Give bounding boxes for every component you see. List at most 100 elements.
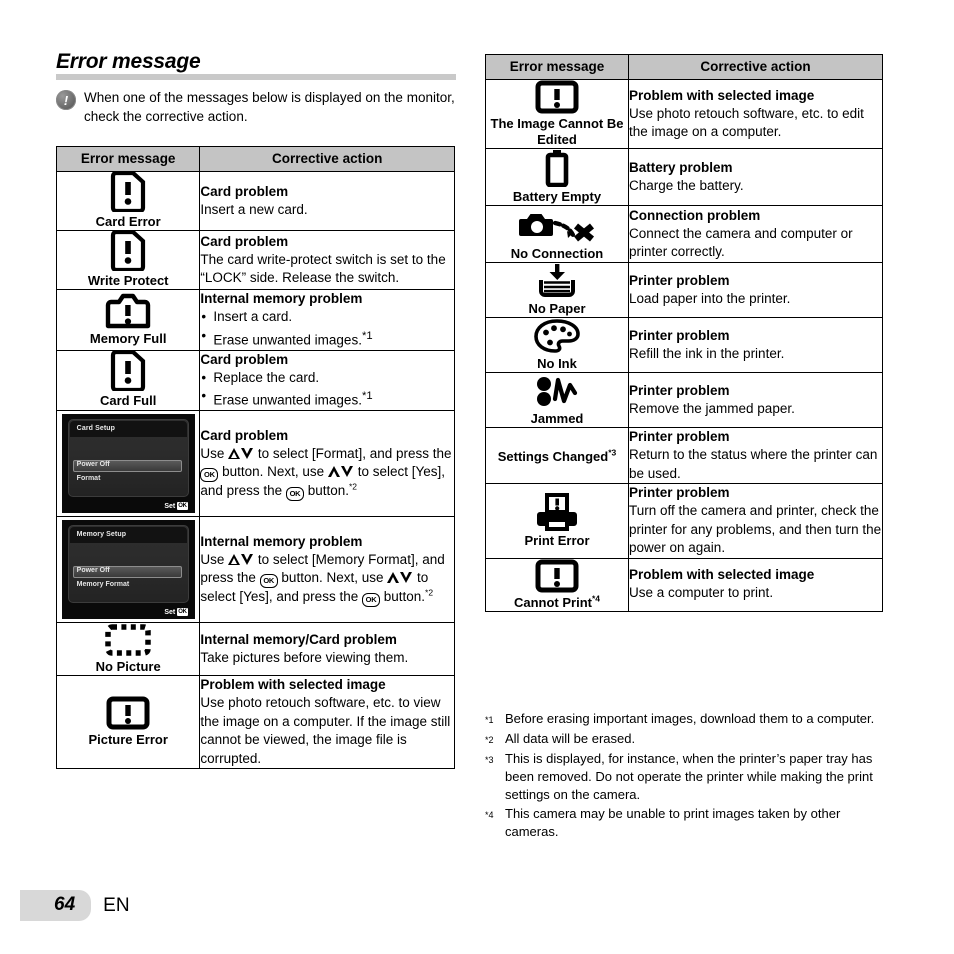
action-heading: Connection problem (629, 207, 761, 223)
instr-part: button. Next, use (222, 464, 325, 480)
column-header-corrective-action: Corrective action (199, 146, 455, 172)
lcd-menu-item-power-off[interactable]: Power Off (77, 567, 110, 574)
table-row: No Connection Connection problem Connect… (485, 205, 883, 263)
list-item: Replace the card. (200, 369, 454, 388)
manual-page: Error message When one of the messages b… (0, 0, 954, 954)
error-message-cell: The Image Cannot Be Edited (485, 79, 629, 149)
corrective-action-cell: Card problem The card write-protect swit… (199, 230, 455, 290)
table-row: Card Error Card problem Insert a new car… (55, 171, 455, 231)
page-title-block: Error message (56, 50, 456, 74)
action-body: Insert a new card. (200, 201, 308, 217)
info-exclamation-icon (56, 90, 76, 110)
instr-part: button. (383, 588, 426, 604)
lcd-menu-item-power-off[interactable]: Power Off (77, 461, 110, 468)
action-body: Return to the status where the printer c… (629, 447, 878, 481)
lcd-ok-badge: OK (177, 502, 188, 510)
list-item: Erase unwanted images.*1 (200, 387, 454, 410)
action-heading: Printer problem (629, 272, 730, 288)
footnote-text: Before erasing important images, downloa… (505, 711, 875, 726)
action-body: Connect the camera and computer or print… (629, 225, 853, 260)
error-message-cell: Card Setup Power Off Format Set OK (55, 410, 201, 517)
sd-card-error-icon (57, 231, 199, 271)
lcd-panel: Memory Setup Power Off Memory Format (67, 525, 189, 603)
error-message-cell: Write Protect (55, 230, 201, 290)
lcd-set-hint: Set OK (164, 608, 188, 616)
action-heading: Internal memory/Card problem (200, 631, 397, 647)
lcd-menu-item-format[interactable]: Format (77, 475, 101, 482)
error-message-cell: Card Error (55, 171, 201, 231)
table-row: No Paper Printer problem Load paper into… (485, 262, 883, 318)
error-message-label: Write Protect (87, 273, 169, 288)
lcd-set-label: Set (164, 502, 176, 510)
lcd-menu-item-memory-format[interactable]: Memory Format (77, 581, 130, 588)
corrective-action-cell: Printer problem Return to the status whe… (628, 427, 883, 484)
lcd-screenshot-memory-setup: Memory Setup Power Off Memory Format Set… (61, 520, 195, 619)
action-heading: Printer problem (629, 382, 730, 398)
lcd-set-hint: Set OK (164, 502, 188, 510)
note-block: When one of the messages below is displa… (56, 88, 456, 126)
action-heading: Card problem (200, 427, 289, 443)
error-message-label: Cannot Print*4 (513, 593, 601, 610)
action-body: Load paper into the printer. (629, 290, 791, 306)
corrective-action-cell: Printer problem Load paper into the prin… (628, 262, 883, 318)
action-heading: Card problem (200, 233, 289, 249)
action-heading: Problem with selected image (629, 567, 815, 583)
page-language-label: EN (103, 894, 130, 916)
lcd-panel: Card Setup Power Off Format (67, 419, 189, 497)
error-message-label: No Picture (95, 659, 161, 674)
lcd-screenshot-card-setup: Card Setup Power Off Format Set OK (61, 414, 195, 513)
action-body: Take pictures before viewing them. (200, 649, 409, 665)
corrective-action-cell: Card problem Use to select [Format], and… (199, 410, 455, 517)
sd-card-error-icon (57, 172, 199, 212)
error-message-label: No Paper (528, 301, 586, 316)
page-number-badge: 64 (20, 890, 92, 921)
corrective-action-cell: Problem with selected image Use a comput… (628, 557, 883, 612)
table-row: No Ink Printer problem Refill the ink in… (485, 317, 883, 373)
action-heading: Battery problem (629, 159, 733, 175)
arrow-down-icon (340, 466, 354, 478)
error-message-cell: Print Error (485, 483, 629, 559)
arrow-down-icon (241, 447, 254, 459)
error-message-cell: Memory Setup Power Off Memory Format Set… (55, 516, 201, 623)
error-message-cell: No Ink (485, 317, 629, 373)
corrective-action-cell: Problem with selected image Use photo re… (199, 675, 455, 769)
error-message-cell: Cannot Print*4 (485, 557, 629, 612)
footnote-mark: *2 (485, 735, 494, 745)
instr-part: Use (200, 551, 225, 567)
error-message-label: Settings Changed*3 (497, 447, 617, 464)
ok-button-icon: OK (259, 574, 278, 589)
table-row: Jammed Printer problem Remove the jammed… (485, 372, 883, 428)
lcd-set-label: Set (164, 608, 176, 616)
lcd-menu-title: Memory Setup (76, 531, 127, 538)
footnotes-block: *1 Before erasing important images, down… (485, 710, 885, 842)
footnote: *1 Before erasing important images, down… (485, 710, 885, 729)
error-message-cell: Settings Changed*3 (485, 427, 629, 484)
table-row: Settings Changed*3 Printer problem Retur… (485, 427, 883, 484)
arrow-up-icon (228, 447, 241, 459)
action-body: Refill the ink in the printer. (629, 345, 785, 361)
title-underline-rule (56, 74, 456, 80)
ok-button-icon: OK (285, 486, 304, 501)
table-header-row: Error message Corrective action (55, 146, 455, 172)
print-error-icon (486, 492, 628, 531)
error-message-label: Card Error (95, 214, 161, 229)
error-message-table-right: Error message Corrective action The Imag… (485, 54, 883, 612)
error-message-cell: Battery Empty (485, 148, 629, 206)
arrow-up-icon (228, 553, 241, 565)
error-message-cell: No Picture (55, 622, 201, 676)
error-message-cell: No Connection (485, 205, 629, 263)
instr-part: button. (307, 482, 349, 498)
corrective-action-cell: Printer problem Turn off the camera and … (628, 483, 883, 559)
corrective-action-cell: Battery problem Charge the battery. (628, 148, 883, 206)
no-paper-icon (486, 263, 628, 299)
page-footer: 64 EN (20, 890, 130, 921)
column-header-error-message: Error message (55, 146, 201, 172)
action-body: Use to select [Format], and press the OK… (200, 445, 454, 501)
action-body: Charge the battery. (629, 177, 744, 193)
table-row: No Picture Internal memory/Card problem … (55, 622, 455, 676)
footnote-mark: *2 (425, 587, 434, 598)
footnote-mark: *4 (591, 593, 601, 604)
page-title: Error message (56, 50, 201, 73)
table-row: Card Setup Power Off Format Set OK Card … (55, 410, 455, 517)
footnote-mark: *1 (361, 390, 373, 402)
